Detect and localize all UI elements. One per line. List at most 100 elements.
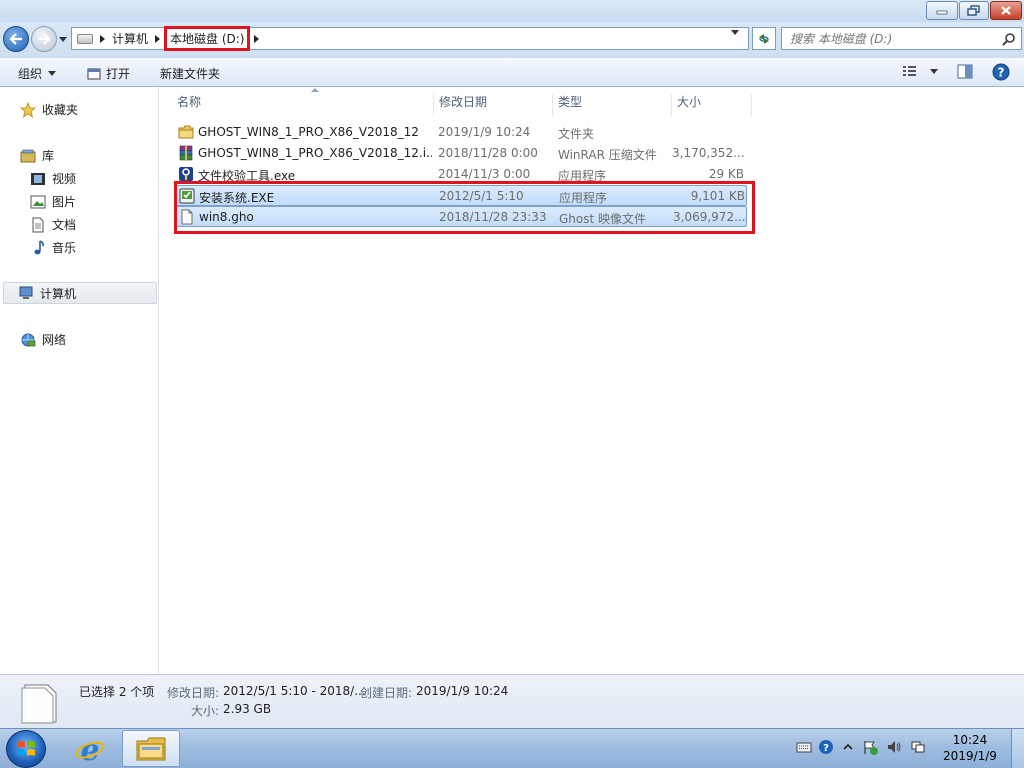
preview-pane-icon — [957, 64, 973, 79]
minimize-icon — [936, 10, 948, 14]
taskbar: e ? 10:24 2019/1/9 — [0, 728, 1024, 768]
file-row[interactable]: 文件校验工具.exe 2014/11/3 0:00 应用程序 29 KB — [175, 164, 747, 185]
details-view-icon — [903, 66, 916, 76]
nav-item-documents[interactable]: 文档 — [30, 216, 76, 233]
column-label: 名称 — [177, 95, 202, 109]
file-date: 2014/11/3 0:00 — [438, 167, 531, 181]
nav-label: 音乐 — [52, 241, 77, 255]
change-view-button[interactable] — [902, 64, 938, 78]
volume-icon[interactable] — [886, 739, 902, 755]
details-pane: 已选择 2 个项 修改日期: 2012/5/1 5:10 - 2018/... … — [0, 674, 1024, 728]
network-status-icon[interactable] — [910, 739, 926, 755]
column-label: 修改日期 — [439, 95, 488, 109]
column-header-date[interactable]: 修改日期 — [434, 94, 553, 116]
modified-label: 修改日期: — [167, 686, 220, 700]
column-header-size[interactable]: 大小 — [672, 94, 752, 116]
close-button[interactable] — [990, 1, 1022, 20]
search-box[interactable] — [781, 27, 1022, 50]
file-row[interactable]: 安装系统.EXE 2012/5/1 5:10 应用程序 9,101 KB — [175, 185, 747, 206]
nav-item-favorites[interactable]: 收藏夹 — [20, 101, 78, 118]
file-type: 文件夹 — [558, 127, 595, 141]
open-label: 打开 — [106, 67, 131, 81]
breadcrumb-separator-icon[interactable] — [155, 34, 161, 43]
column-label: 大小 — [677, 95, 702, 109]
nav-label: 计算机 — [40, 286, 77, 301]
file-date: 2018/11/28 23:33 — [439, 210, 547, 224]
preview-pane-button[interactable] — [957, 64, 973, 79]
taskbar-internet-explorer[interactable]: e — [61, 730, 119, 767]
computer-icon — [18, 285, 34, 301]
system-clock[interactable]: 10:24 2019/1/9 — [935, 732, 1005, 764]
new-folder-button[interactable]: 新建文件夹 — [160, 65, 220, 82]
breadcrumb-separator-icon[interactable] — [254, 34, 260, 43]
action-center-flag-icon[interactable] — [862, 739, 878, 755]
library-icon — [20, 148, 36, 164]
music-note-icon — [30, 239, 46, 256]
search-icon[interactable] — [1002, 32, 1016, 46]
breadcrumb-separator-icon[interactable] — [100, 34, 105, 43]
size-label: 大小: — [191, 704, 220, 718]
file-type: WinRAR 压缩文件 — [558, 148, 657, 162]
forward-button[interactable] — [31, 26, 57, 52]
search-input[interactable] — [790, 31, 1000, 46]
windows-logo-icon — [17, 741, 35, 756]
nav-item-computer[interactable]: 计算机 — [3, 282, 157, 304]
new-folder-label: 新建文件夹 — [160, 67, 221, 81]
created-value: 2019/1/9 10:24 — [416, 684, 509, 698]
navigation-bar: 计算机 本地磁盘 (D:) — [0, 22, 1024, 58]
title-bar — [0, 0, 1024, 22]
network-icon — [20, 332, 36, 348]
nav-label: 网络 — [42, 333, 67, 347]
open-button[interactable]: 打开 — [87, 65, 130, 82]
show-hidden-icons-chevron-up-icon[interactable] — [840, 739, 856, 755]
address-history-chevron-down-icon[interactable] — [731, 30, 739, 35]
file-date: 2019/1/9 10:24 — [438, 125, 531, 139]
file-type: Ghost 映像文件 — [559, 212, 647, 226]
file-size: 3,170,352... — [672, 146, 744, 160]
refresh-icon — [759, 33, 769, 44]
organize-button[interactable]: 组织 — [18, 65, 57, 82]
arrow-left-icon — [9, 33, 22, 45]
refresh-button[interactable] — [752, 27, 776, 50]
document-icon — [30, 217, 46, 233]
help-button[interactable]: ? — [992, 63, 1010, 81]
organize-label: 组织 — [18, 67, 43, 81]
address-bar[interactable]: 计算机 本地磁盘 (D:) — [71, 26, 749, 51]
back-button[interactable] — [3, 26, 29, 52]
nav-item-network[interactable]: 网络 — [20, 331, 66, 348]
show-desktop-button[interactable] — [1011, 729, 1024, 768]
file-row[interactable]: GHOST_WIN8_1_PRO_X86_V2018_12.i... 2018/… — [175, 143, 747, 164]
chevron-down-icon[interactable] — [930, 68, 938, 74]
recent-pages-chevron-down-icon[interactable] — [59, 35, 67, 43]
breadcrumb-computer[interactable]: 计算机 — [112, 30, 148, 47]
taskbar-windows-explorer[interactable] — [122, 730, 180, 767]
maximize-button[interactable] — [959, 1, 989, 20]
help-icon: ? — [992, 63, 1010, 81]
open-window-icon — [87, 68, 101, 79]
breadcrumb-local-disk-d[interactable]: 本地磁盘 (D:) — [164, 26, 251, 51]
nav-item-libraries[interactable]: 库 — [20, 147, 54, 164]
restore-icon — [967, 4, 980, 16]
sort-ascending-icon — [311, 88, 319, 92]
folder-icon — [136, 737, 166, 760]
size-value: 2.93 GB — [223, 702, 272, 716]
picture-icon — [30, 194, 46, 210]
checksum-tool-icon — [179, 167, 193, 181]
minimize-button[interactable] — [926, 1, 958, 20]
command-bar: 组织 打开 新建文件夹 ? — [0, 58, 1024, 87]
keyboard-icon[interactable] — [796, 739, 812, 755]
help-icon[interactable]: ? — [818, 739, 834, 755]
internet-explorer-icon: e — [75, 733, 105, 765]
file-row[interactable]: GHOST_WIN8_1_PRO_X86_V2018_12 2019/1/9 1… — [175, 122, 747, 143]
file-row[interactable]: win8.gho 2018/11/28 23:33 Ghost 映像文件 3,0… — [175, 206, 747, 227]
nav-label: 图片 — [52, 195, 77, 209]
computer-location-icon — [77, 33, 93, 44]
start-button[interactable] — [6, 730, 46, 768]
nav-item-pictures[interactable]: 图片 — [30, 193, 76, 210]
file-name: win8.gho — [199, 210, 254, 224]
nav-item-music[interactable]: 音乐 — [30, 239, 76, 256]
nav-label: 收藏夹 — [42, 103, 79, 117]
column-header-name[interactable]: 名称 — [172, 88, 434, 116]
column-header-type[interactable]: 类型 — [553, 94, 672, 116]
nav-item-videos[interactable]: 视频 — [30, 170, 76, 187]
